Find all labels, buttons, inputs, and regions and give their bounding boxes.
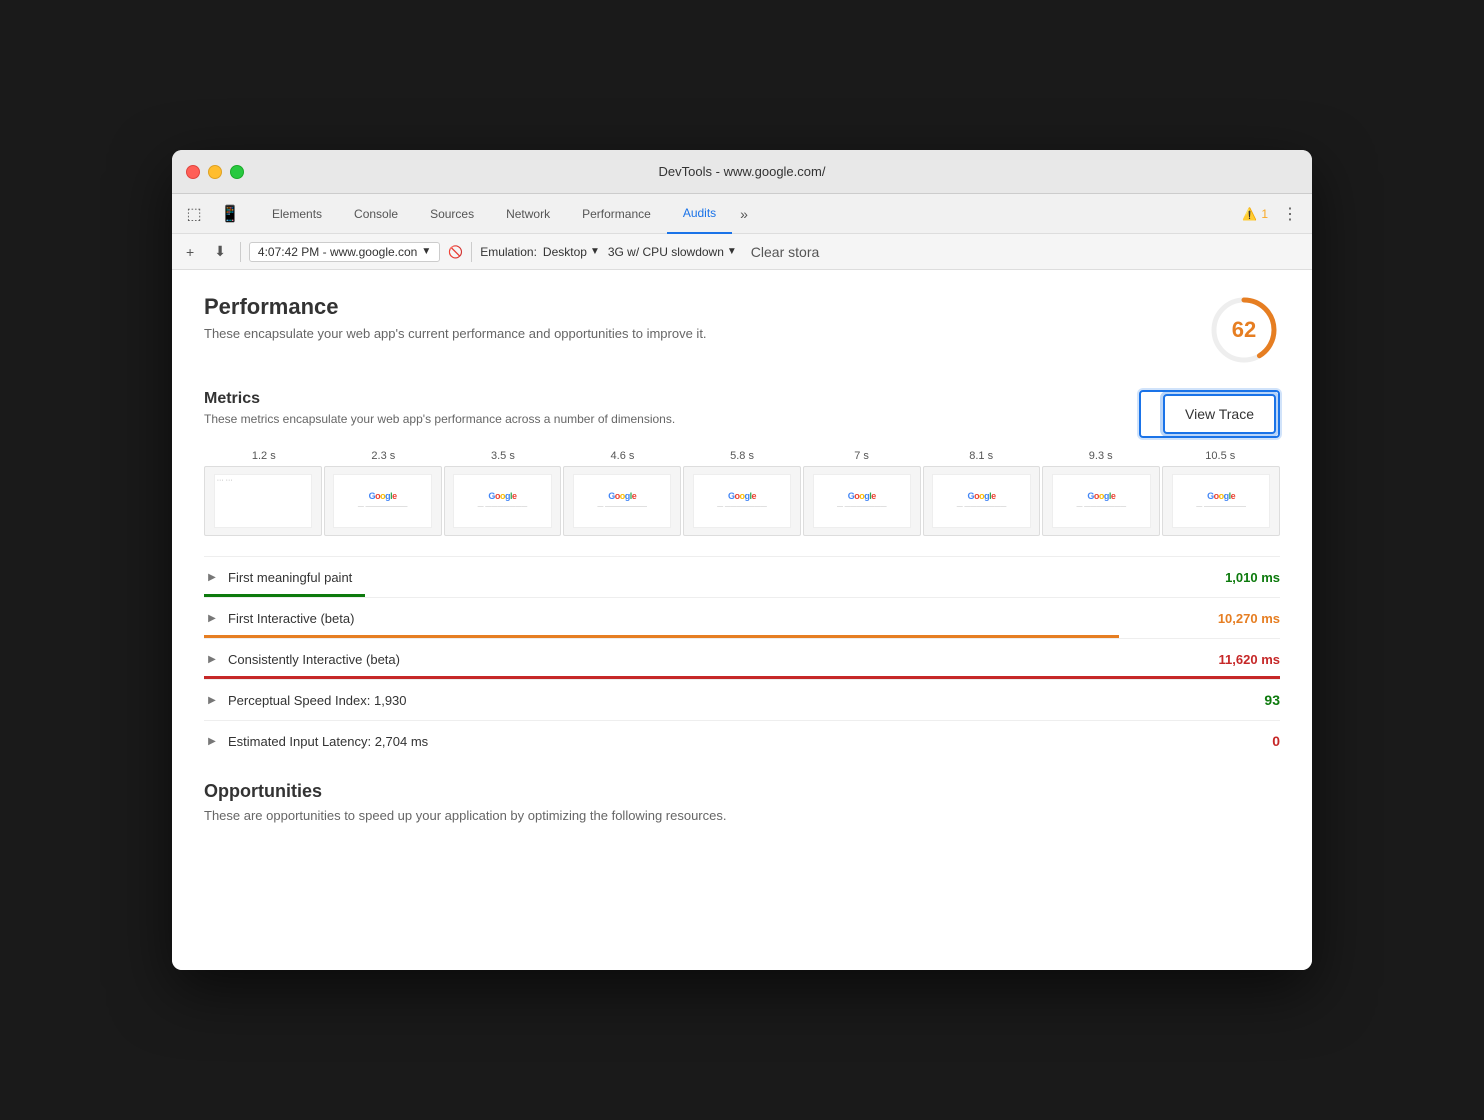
metric-name-fi: First Interactive (beta) xyxy=(228,611,1210,626)
filmstrip-time-5: 7 s xyxy=(802,450,922,462)
toolbar-divider-1 xyxy=(240,242,241,262)
expand-eil[interactable]: ▶ xyxy=(204,733,220,749)
metrics-section: Metrics These metrics encapsulate your w… xyxy=(204,390,1280,761)
metric-name-eil: Estimated Input Latency: 2,704 ms xyxy=(228,734,1250,749)
filmstrip: 1.2 s 2.3 s 3.5 s 4.6 s 5.8 s 7 s 8.1 s … xyxy=(204,450,1280,536)
metrics-header: Metrics These metrics encapsulate your w… xyxy=(204,390,1280,438)
title-bar: DevTools - www.google.com/ xyxy=(172,150,1312,194)
metric-row-fi: ▶ First Interactive (beta) 10,270 ms xyxy=(204,597,1280,638)
filmstrip-frame-5[interactable]: Google ― ――――――― xyxy=(803,466,921,536)
more-tabs-button[interactable]: » xyxy=(732,206,756,222)
tab-network[interactable]: Network xyxy=(490,194,566,234)
filmstrip-time-2: 3.5 s xyxy=(443,450,563,462)
metrics-title-block: Metrics These metrics encapsulate your w… xyxy=(204,390,675,426)
metric-row-ci: ▶ Consistently Interactive (beta) 11,620… xyxy=(204,638,1280,679)
url-text: 4:07:42 PM - www.google.con xyxy=(258,245,417,259)
performance-header: Performance These encapsulate your web a… xyxy=(204,294,1280,366)
more-options-icon[interactable]: ⋮ xyxy=(1276,200,1304,228)
tab-elements[interactable]: Elements xyxy=(256,194,338,234)
metric-score-psi: 93 xyxy=(1250,692,1280,708)
emulation-label: Emulation: xyxy=(480,245,537,259)
metrics-description: These metrics encapsulate your web app's… xyxy=(204,412,675,426)
metric-name-ci: Consistently Interactive (beta) xyxy=(228,652,1211,667)
expand-ci[interactable]: ▶ xyxy=(204,651,220,667)
filmstrip-frame-7[interactable]: Google ― ――――――― xyxy=(1042,466,1160,536)
toolbar: + ⬇ 4:07:42 PM - www.google.con ▼ 🚫 Emul… xyxy=(172,234,1312,270)
filmstrip-frame-6[interactable]: Google ― ――――――― xyxy=(923,466,1041,536)
score-value: 62 xyxy=(1232,317,1256,343)
desktop-chevron: ▼ xyxy=(590,246,600,257)
filmstrip-time-4: 5.8 s xyxy=(682,450,802,462)
metrics-title: Metrics xyxy=(204,390,675,408)
close-button[interactable] xyxy=(186,165,200,179)
metric-name-psi: Perceptual Speed Index: 1,930 xyxy=(228,693,1250,708)
filmstrip-time-8: 10.5 s xyxy=(1161,450,1281,462)
expand-psi[interactable]: ▶ xyxy=(204,692,220,708)
tab-bar-icons: ⬚ 📱 xyxy=(180,200,244,228)
warning-count: 1 xyxy=(1261,207,1268,221)
device-icon[interactable]: 📱 xyxy=(216,200,244,228)
minimize-button[interactable] xyxy=(208,165,222,179)
filmstrip-time-7: 9.3 s xyxy=(1041,450,1161,462)
download-button[interactable]: ⬇ xyxy=(208,241,232,262)
filmstrip-time-0: 1.2 s xyxy=(204,450,324,462)
warning-icon: ⚠️ xyxy=(1242,207,1257,221)
metric-value-ci: 11,620 ms xyxy=(1219,652,1280,667)
view-trace-highlight: View Trace xyxy=(1139,390,1280,438)
filmstrip-frame-4[interactable]: Google ― ――――――― xyxy=(683,466,801,536)
tab-sources[interactable]: Sources xyxy=(414,194,490,234)
throttle-dropdown[interactable]: 3G w/ CPU slowdown ▼ xyxy=(608,245,737,259)
block-icon[interactable]: 🚫 xyxy=(448,245,463,259)
filmstrip-time-1: 2.3 s xyxy=(324,450,444,462)
warning-badge: ⚠️ 1 xyxy=(1242,207,1268,221)
tab-performance[interactable]: Performance xyxy=(566,194,667,234)
metric-score-eil: 0 xyxy=(1250,733,1280,749)
clear-storage-button[interactable]: Clear stora xyxy=(745,242,825,262)
performance-score-circle: 62 xyxy=(1208,294,1280,366)
opportunities-description: These are opportunities to speed up your… xyxy=(204,808,1280,823)
toolbar-divider-2 xyxy=(471,242,472,262)
emulation-section: Emulation: Desktop ▼ xyxy=(480,245,600,259)
metric-row-eil: ▶ Estimated Input Latency: 2,704 ms 0 xyxy=(204,720,1280,761)
filmstrip-frame-1[interactable]: Google ― ――――――― xyxy=(324,466,442,536)
expand-fi[interactable]: ▶ xyxy=(204,610,220,626)
desktop-label: Desktop xyxy=(543,245,587,259)
performance-title: Performance xyxy=(204,294,707,320)
opportunities-title: Opportunities xyxy=(204,781,1280,802)
metric-value-fmp: 1,010 ms xyxy=(1225,570,1280,585)
window-title: DevTools - www.google.com/ xyxy=(659,164,826,179)
filmstrip-frame-8[interactable]: Google ― ――――――― xyxy=(1162,466,1280,536)
metric-name-fmp: First meaningful paint xyxy=(228,570,1217,585)
maximize-button[interactable] xyxy=(230,165,244,179)
desktop-dropdown[interactable]: Desktop ▼ xyxy=(543,245,600,259)
filmstrip-frame-3[interactable]: Google ― ――――――― xyxy=(563,466,681,536)
view-trace-button[interactable]: View Trace xyxy=(1163,394,1276,434)
add-button[interactable]: + xyxy=(180,242,200,262)
expand-fmp[interactable]: ▶ xyxy=(204,569,220,585)
filmstrip-frame-2[interactable]: Google ― ――――――― xyxy=(444,466,562,536)
dropdown-arrow: ▼ xyxy=(421,246,431,257)
inspector-icon[interactable]: ⬚ xyxy=(180,200,208,228)
window-controls xyxy=(186,165,244,179)
filmstrip-frames: ··· ··· Google ― ――――――― Google ― ――――――… xyxy=(204,466,1280,536)
tab-bar: ⬚ 📱 Elements Console Sources Network Per… xyxy=(172,194,1312,234)
tab-console[interactable]: Console xyxy=(338,194,414,234)
filmstrip-frame-0[interactable]: ··· ··· xyxy=(204,466,322,536)
main-content: Performance These encapsulate your web a… xyxy=(172,270,1312,970)
url-display[interactable]: 4:07:42 PM - www.google.con ▼ xyxy=(249,242,440,262)
filmstrip-time-6: 8.1 s xyxy=(921,450,1041,462)
filmstrip-times: 1.2 s 2.3 s 3.5 s 4.6 s 5.8 s 7 s 8.1 s … xyxy=(204,450,1280,462)
devtools-window: DevTools - www.google.com/ ⬚ 📱 Elements … xyxy=(172,150,1312,970)
metric-row-psi: ▶ Perceptual Speed Index: 1,930 93 xyxy=(204,679,1280,720)
metric-row-fmp: ▶ First meaningful paint 1,010 ms xyxy=(204,556,1280,597)
throttle-label: 3G w/ CPU slowdown xyxy=(608,245,724,259)
performance-title-block: Performance These encapsulate your web a… xyxy=(204,294,707,341)
opportunities-section: Opportunities These are opportunities to… xyxy=(204,781,1280,823)
tab-bar-right: ⚠️ 1 ⋮ xyxy=(1242,200,1304,228)
throttle-chevron: ▼ xyxy=(727,246,737,257)
filmstrip-time-3: 4.6 s xyxy=(563,450,683,462)
performance-description: These encapsulate your web app's current… xyxy=(204,326,707,341)
metric-value-fi: 10,270 ms xyxy=(1218,611,1280,626)
tab-audits[interactable]: Audits xyxy=(667,194,732,234)
